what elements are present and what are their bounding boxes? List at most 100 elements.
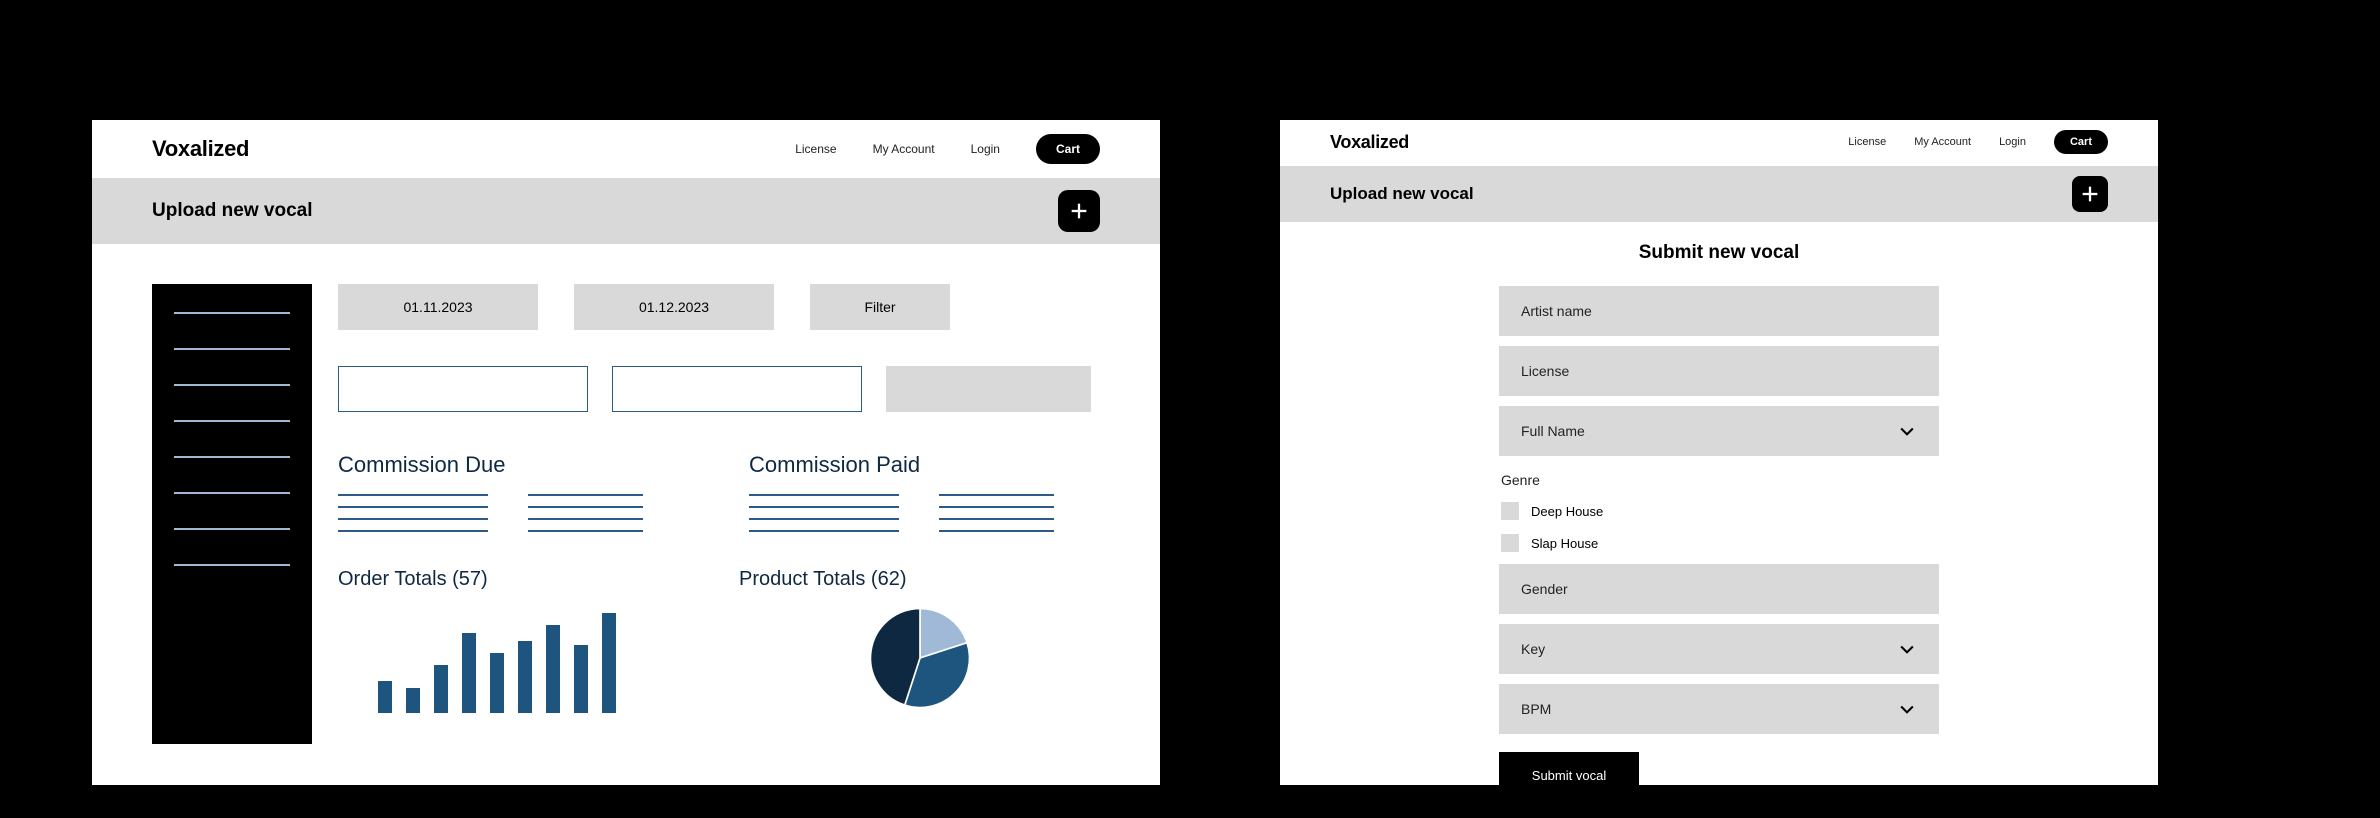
skeleton-line [749, 530, 899, 532]
sidebar-item[interactable] [174, 420, 290, 422]
field-label: BPM [1521, 701, 1551, 717]
upload-bar: Upload new vocal [92, 178, 1160, 244]
upload-title: Upload new vocal [1330, 184, 1474, 204]
skeleton-line [749, 506, 899, 508]
add-vocal-button[interactable] [2072, 176, 2108, 212]
nav-login[interactable]: Login [1999, 136, 2026, 148]
bpm-select[interactable]: BPM [1499, 684, 1939, 734]
order-totals-title: Order Totals (57) [338, 568, 699, 591]
order-totals-chart: Order Totals (57) [338, 568, 699, 713]
submit-screen: Voxalized License My Account Login Cart … [1280, 120, 2158, 785]
stats-row [338, 366, 1100, 412]
bar [490, 653, 504, 713]
filter-row: 01.11.2023 01.12.2023 Filter [338, 284, 1100, 330]
date-from-input[interactable]: 01.11.2023 [338, 284, 538, 330]
sidebar-item[interactable] [174, 348, 290, 350]
checkbox-icon [1501, 502, 1519, 520]
dashboard-body: 01.11.2023 01.12.2023 Filter Commission … [92, 244, 1160, 744]
header: Voxalized License My Account Login Cart [1280, 120, 2158, 160]
skeleton-line [528, 530, 643, 532]
checkbox-label: Slap House [1531, 536, 1598, 551]
stat-box-grey[interactable] [886, 366, 1091, 412]
pie-chart [739, 603, 1100, 713]
skeleton-line [338, 530, 488, 532]
stat-box[interactable] [612, 366, 862, 412]
bar [574, 645, 588, 713]
filter-button[interactable]: Filter [810, 284, 950, 330]
skeleton-line [528, 506, 643, 508]
skeleton-line [338, 494, 488, 496]
product-totals-chart: Product Totals (62) [739, 568, 1100, 713]
nav-license[interactable]: License [795, 142, 836, 156]
submit-vocal-button[interactable]: Submit vocal [1499, 752, 1639, 798]
bar [378, 681, 392, 713]
commission-due-col: Commission Due [338, 452, 689, 532]
brand-logo[interactable]: Voxalized [1330, 132, 1409, 153]
bar [518, 641, 532, 713]
form-body: Submit new vocal Artist name License Ful… [1280, 222, 2158, 818]
skeleton-line [939, 530, 1054, 532]
add-vocal-button[interactable] [1058, 190, 1100, 232]
bar-chart [338, 603, 699, 713]
sidebar-item[interactable] [174, 528, 290, 530]
form-title: Submit new vocal [1340, 242, 2098, 264]
fullname-select[interactable]: Full Name [1499, 406, 1939, 456]
skeleton-line [338, 506, 488, 508]
skeleton-group [338, 494, 689, 532]
sidebar-item[interactable] [174, 456, 290, 458]
skeleton-line [939, 518, 1054, 520]
sidebar-item[interactable] [174, 384, 290, 386]
checkbox-icon [1501, 534, 1519, 552]
nav-account[interactable]: My Account [873, 142, 935, 156]
sidebar-item[interactable] [174, 492, 290, 494]
field-label: License [1521, 363, 1569, 379]
gender-input[interactable]: Gender [1499, 564, 1939, 614]
stat-box[interactable] [338, 366, 588, 412]
pie-chart-svg [835, 603, 1005, 713]
header: Voxalized License My Account Login Cart [92, 120, 1160, 172]
field-label: Full Name [1521, 423, 1585, 439]
sidebar-item[interactable] [174, 312, 290, 314]
product-totals-title: Product Totals (62) [739, 568, 1100, 591]
skeleton-line [939, 506, 1054, 508]
commission-due-title: Commission Due [338, 452, 689, 478]
cart-button[interactable]: Cart [2054, 130, 2108, 154]
skeleton-line [338, 518, 488, 520]
skeleton-line [749, 518, 899, 520]
key-select[interactable]: Key [1499, 624, 1939, 674]
field-label: Artist name [1521, 303, 1592, 319]
brand-logo[interactable]: Voxalized [152, 136, 249, 162]
genre-label: Genre [1499, 466, 1939, 490]
commission-paid-col: Commission Paid [749, 452, 1100, 532]
nav-account[interactable]: My Account [1914, 136, 1971, 148]
artist-name-input[interactable]: Artist name [1499, 286, 1939, 336]
field-label: Key [1521, 641, 1545, 657]
skeleton-line [939, 494, 1054, 496]
upload-bar: Upload new vocal [1280, 166, 2158, 222]
date-to-input[interactable]: 01.12.2023 [574, 284, 774, 330]
sidebar-item[interactable] [174, 564, 290, 566]
license-input[interactable]: License [1499, 346, 1939, 396]
nav-login[interactable]: Login [971, 142, 1000, 156]
bar [462, 633, 476, 713]
nav-license[interactable]: License [1848, 136, 1886, 148]
dashboard-screen: Voxalized License My Account Login Cart … [92, 120, 1160, 785]
bar [434, 665, 448, 713]
plus-icon [1068, 200, 1090, 222]
bar [602, 613, 616, 713]
form-stack: Artist name License Full Name Genre Deep… [1499, 286, 1939, 798]
charts-row: Order Totals (57) Product Totals (62) [338, 568, 1100, 713]
commission-paid-title: Commission Paid [749, 452, 1100, 478]
dashboard-main: 01.11.2023 01.12.2023 Filter Commission … [338, 284, 1100, 744]
field-label: Gender [1521, 581, 1568, 597]
genre-checkbox-slap-house[interactable]: Slap House [1499, 532, 1939, 554]
skeleton-line [749, 494, 899, 496]
skeleton-line [528, 494, 643, 496]
bar [406, 688, 420, 713]
plus-icon [2079, 183, 2101, 205]
cart-button[interactable]: Cart [1036, 134, 1100, 164]
genre-checkbox-deep-house[interactable]: Deep House [1499, 500, 1939, 522]
chevron-down-icon [1897, 421, 1917, 441]
checkbox-label: Deep House [1531, 504, 1603, 519]
chevron-down-icon [1897, 699, 1917, 719]
